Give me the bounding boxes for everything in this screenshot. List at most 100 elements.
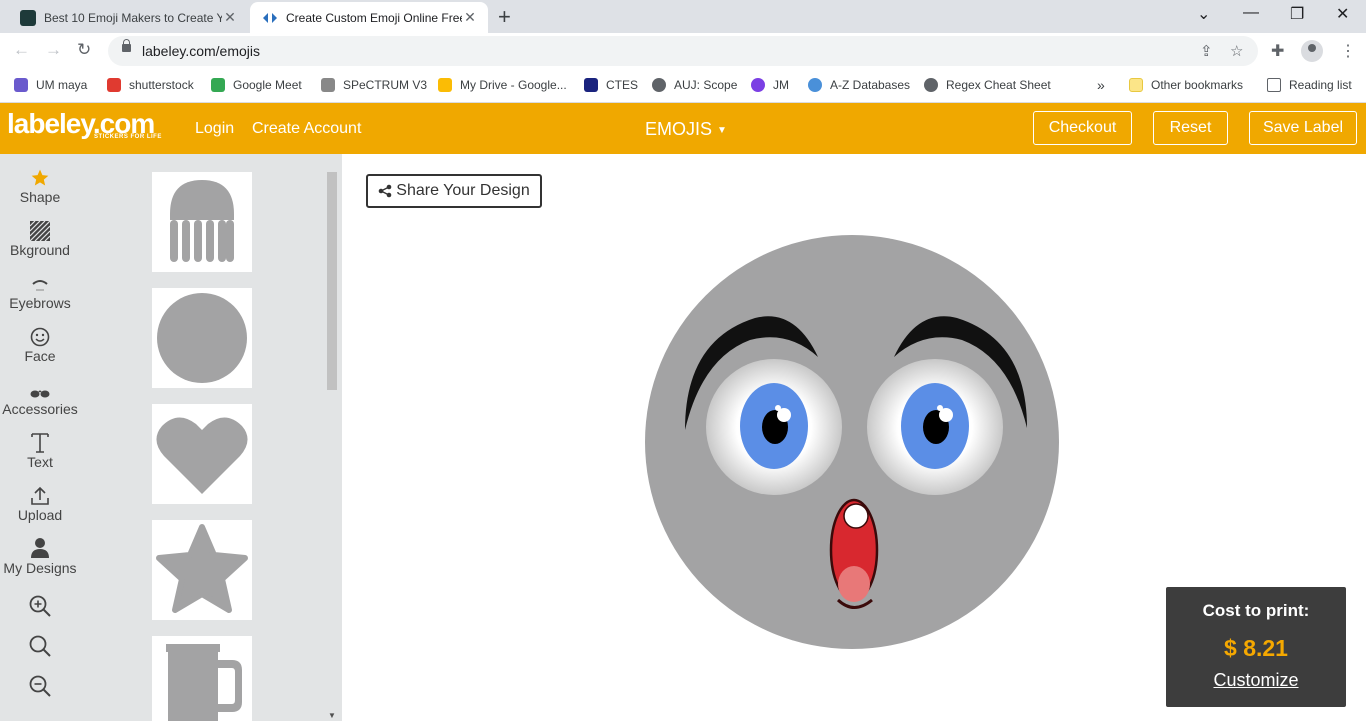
login-link[interactable]: Login bbox=[195, 120, 234, 138]
shape-option-mug[interactable] bbox=[152, 636, 252, 721]
bookmark-favicon-icon bbox=[652, 78, 666, 92]
browser-tab-active[interactable]: Create Custom Emoji Online Free ✕ bbox=[250, 2, 488, 33]
tab-title: Create Custom Emoji Online Free bbox=[286, 10, 462, 25]
share-design-button[interactable]: Share Your Design bbox=[366, 174, 542, 208]
nav-upload[interactable]: Upload bbox=[0, 480, 80, 523]
close-window-icon[interactable]: ✕ bbox=[1336, 4, 1349, 24]
browser-toolbar: ← → ↻ labeley.com/emojis ⇪ ☆ ✚ ⋮ bbox=[0, 33, 1366, 69]
bookmark-favicon-icon bbox=[584, 78, 598, 92]
new-tab-icon[interactable]: + bbox=[498, 4, 511, 30]
bookmark-favicon-icon bbox=[438, 78, 452, 92]
bookmarks-overflow-icon[interactable]: » bbox=[1097, 75, 1105, 95]
nav-text[interactable]: Text bbox=[0, 427, 80, 470]
heart-shape-icon bbox=[156, 417, 248, 494]
text-icon bbox=[0, 427, 80, 453]
star-shape-icon bbox=[156, 524, 248, 613]
shape-option-jellyfish[interactable] bbox=[152, 172, 252, 272]
lock-icon bbox=[122, 39, 131, 52]
reload-icon[interactable]: ↻ bbox=[77, 40, 91, 60]
bookmark-item[interactable]: shutterstock bbox=[107, 75, 194, 95]
mug-shape-icon bbox=[166, 644, 242, 721]
bookmark-favicon-icon bbox=[211, 78, 225, 92]
address-bar[interactable]: labeley.com/emojis ⇪ ☆ bbox=[108, 36, 1258, 66]
user-icon bbox=[0, 533, 80, 559]
zoom-out-icon[interactable] bbox=[28, 674, 52, 698]
bookmark-favicon-icon bbox=[751, 78, 765, 92]
back-icon[interactable]: ← bbox=[13, 40, 30, 60]
site-favicon-icon bbox=[262, 9, 278, 26]
browser-tab-strip: Best 10 Emoji Makers to Create Y ✕ Creat… bbox=[0, 0, 1366, 33]
bookmark-favicon-icon bbox=[808, 78, 822, 92]
save-label-button[interactable]: Save Label bbox=[1249, 111, 1357, 145]
nav-my-designs[interactable]: My Designs bbox=[0, 533, 80, 576]
circle-shape-icon bbox=[157, 293, 247, 383]
upload-icon bbox=[0, 480, 80, 506]
other-bookmarks[interactable]: Other bookmarks bbox=[1129, 75, 1243, 95]
bookmark-item[interactable]: UM maya bbox=[14, 75, 87, 95]
nav-accessories[interactable]: Accessories bbox=[0, 374, 80, 417]
site-favicon-icon bbox=[20, 9, 36, 26]
glasses-icon bbox=[0, 374, 80, 400]
bookmark-favicon-icon bbox=[14, 78, 28, 92]
minimize-icon[interactable]: — bbox=[1243, 4, 1259, 22]
bookmark-item[interactable]: Google Meet bbox=[211, 75, 302, 95]
bookmark-item[interactable]: A-Z Databases bbox=[808, 75, 910, 95]
create-account-link[interactable]: Create Account bbox=[252, 120, 361, 138]
bookmark-item[interactable]: My Drive - Google... bbox=[438, 75, 567, 95]
tab-search-icon[interactable]: ⌄ bbox=[1197, 4, 1210, 24]
site-header: labeley.com STICKERS FOR LIFE Login Crea… bbox=[0, 103, 1366, 154]
browser-tab[interactable]: Best 10 Emoji Makers to Create Y ✕ bbox=[8, 2, 248, 33]
menu-icon[interactable]: ⋮ bbox=[1340, 41, 1356, 61]
customize-link[interactable]: Customize bbox=[1166, 670, 1346, 691]
shape-option-star[interactable] bbox=[152, 520, 252, 620]
caret-down-icon: ▼ bbox=[717, 124, 727, 136]
bookmark-favicon-icon bbox=[107, 78, 121, 92]
nav-shape[interactable]: Shape bbox=[0, 162, 80, 205]
reset-button[interactable]: Reset bbox=[1153, 111, 1228, 145]
close-tab-icon[interactable]: ✕ bbox=[462, 9, 478, 26]
shape-option-circle[interactable] bbox=[152, 288, 252, 388]
restore-icon[interactable]: ❐ bbox=[1290, 4, 1304, 24]
jellyfish-shape-icon bbox=[170, 180, 234, 262]
profile-icon[interactable] bbox=[1301, 40, 1323, 62]
right-eye bbox=[867, 359, 1003, 495]
tool-sidebar: Shape Bkground Eyebrows Face Accessories… bbox=[0, 154, 80, 721]
pattern-icon bbox=[0, 215, 80, 241]
bookmark-item[interactable]: SPeCTRUM V3 bbox=[321, 75, 427, 95]
eyebrow-icon bbox=[0, 268, 80, 294]
nav-background[interactable]: Bkground bbox=[0, 215, 80, 258]
cost-label: Cost to print: bbox=[1202, 601, 1310, 620]
zoom-reset-icon[interactable] bbox=[28, 634, 52, 658]
shape-option-heart[interactable] bbox=[152, 404, 252, 504]
share-icon[interactable]: ⇪ bbox=[1200, 42, 1213, 60]
scroll-down-icon[interactable]: ▼ bbox=[328, 711, 336, 720]
smiley-icon bbox=[0, 321, 80, 347]
zoom-in-icon[interactable] bbox=[28, 594, 52, 618]
bookmark-item[interactable]: AUJ: Scope bbox=[652, 75, 737, 95]
forward-icon[interactable]: → bbox=[45, 40, 62, 60]
checkout-button[interactable]: Checkout bbox=[1033, 111, 1132, 145]
nav-face[interactable]: Face bbox=[0, 321, 80, 364]
reading-list[interactable]: Reading list bbox=[1267, 75, 1352, 95]
folder-icon bbox=[1129, 78, 1143, 92]
scrollbar-thumb[interactable] bbox=[327, 172, 337, 390]
extensions-icon[interactable]: ✚ bbox=[1271, 41, 1284, 61]
url-text: labeley.com/emojis bbox=[142, 43, 261, 59]
cost-value: $ 8.21 bbox=[1224, 635, 1288, 661]
bookmark-star-icon[interactable]: ☆ bbox=[1230, 42, 1243, 60]
close-tab-icon[interactable]: ✕ bbox=[222, 9, 238, 26]
share-icon bbox=[378, 184, 392, 198]
bookmark-favicon-icon bbox=[924, 78, 938, 92]
logo-tagline: STICKERS FOR LIFE bbox=[94, 134, 162, 140]
nav-eyebrows[interactable]: Eyebrows bbox=[0, 268, 80, 311]
shape-panel bbox=[80, 154, 342, 721]
bookmark-item[interactable]: JM bbox=[751, 75, 789, 95]
reading-list-icon bbox=[1267, 78, 1281, 92]
tab-title: Best 10 Emoji Makers to Create Y bbox=[44, 10, 222, 25]
bookmarks-bar: UM maya shutterstock Google Meet SPeCTRU… bbox=[0, 69, 1366, 103]
star-icon bbox=[0, 162, 80, 188]
category-dropdown[interactable]: EMOJIS ▼ bbox=[645, 119, 727, 140]
emoji-design-canvas[interactable] bbox=[640, 230, 1064, 654]
bookmark-item[interactable]: CTES bbox=[584, 75, 638, 95]
bookmark-item[interactable]: Regex Cheat Sheet bbox=[924, 75, 1051, 95]
